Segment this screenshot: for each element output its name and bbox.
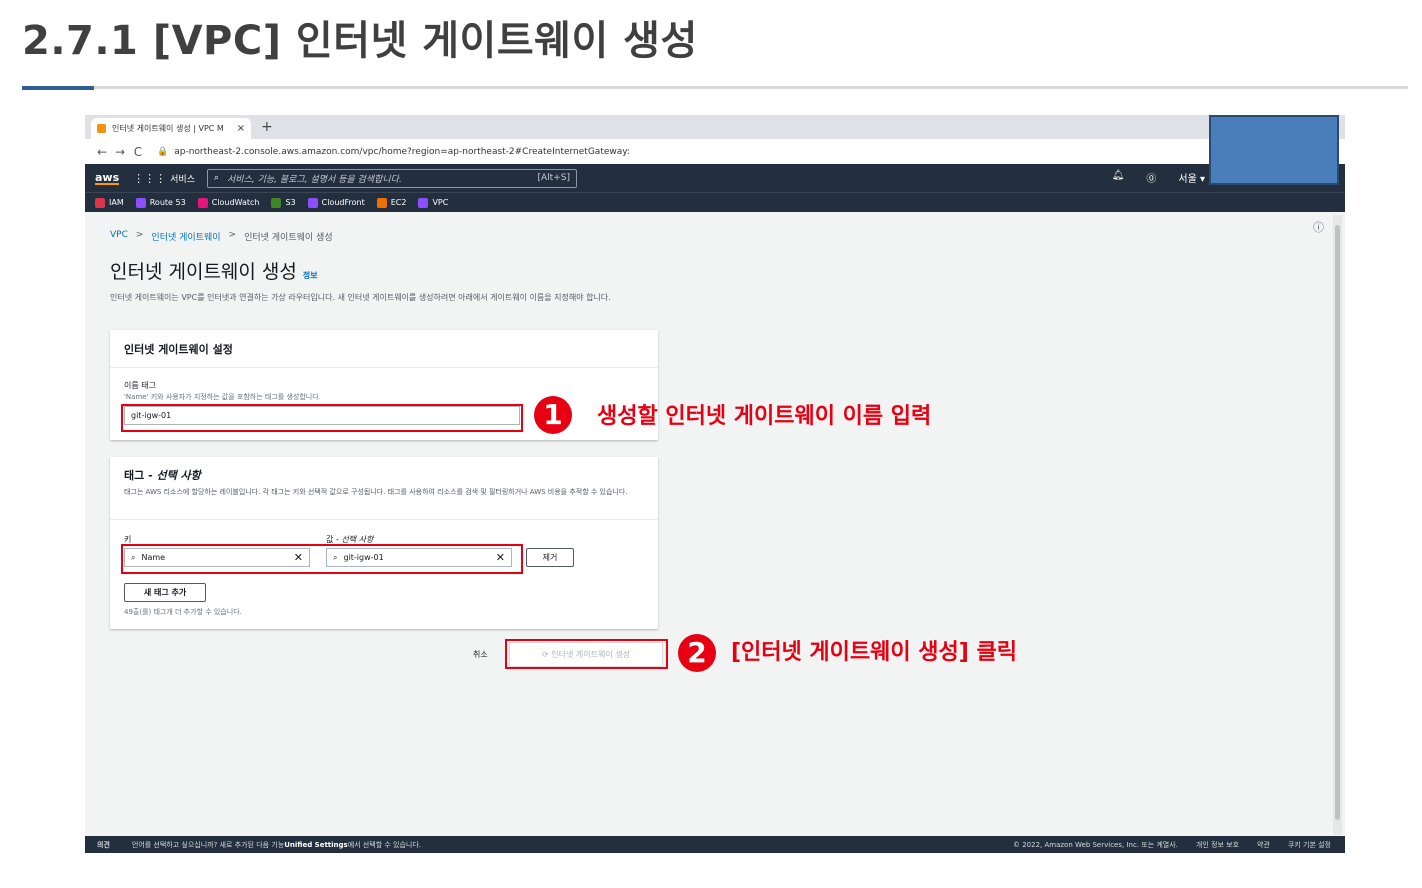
name-tag-hint: 'Name' 키와 사용자가 지정하는 값을 포함하는 태그를 생성합니다.	[124, 393, 321, 401]
scrollbar-thumb[interactable]	[1335, 225, 1340, 820]
step-2-callout: [인터넷 게이트웨이 생성] 클릭	[731, 640, 1017, 665]
footer-links: © 2022, Amazon Web Services, Inc. 또는 계열사…	[1013, 840, 1345, 850]
favorite-iam[interactable]: IAM	[95, 197, 124, 208]
aws-favicon-icon	[97, 124, 106, 133]
favorite-label: CloudFront	[321, 198, 365, 207]
address-bar: ← → C 🔒 ap-northeast-2.console.aws.amazo…	[85, 139, 1345, 164]
close-icon[interactable]: ×	[237, 123, 245, 134]
tab-title: 인터넷 게이트웨이 생성 | VPC M	[112, 124, 224, 133]
service-icon	[197, 197, 208, 208]
browser-tabbar: 인터넷 게이트웨이 생성 | VPC M × +	[85, 115, 1345, 139]
browser-tab[interactable]: 인터넷 게이트웨이 생성 | VPC M ×	[91, 118, 251, 139]
footer-message: 언어를 선택하고 싶으십니까? 새로 추가된 다음 기능Unified Sett…	[131, 840, 422, 849]
service-icon	[307, 197, 318, 208]
name-tag-label: 이름 태그	[124, 381, 156, 390]
highlight-tag-row	[121, 544, 523, 574]
favorite-label: VPC	[432, 198, 449, 207]
highlight-name-input	[121, 404, 523, 432]
favorite-label: S3	[285, 198, 296, 207]
search-input[interactable]: ⌕ 서비스, 기능, 블로그, 설명서 등을 검색합니다. [Alt+S]	[206, 168, 577, 188]
service-icon	[271, 197, 282, 208]
service-icon	[95, 197, 105, 208]
title-divider	[22, 86, 1408, 89]
back-arrow-icon[interactable]: ←	[93, 145, 111, 159]
favorite-route-53[interactable]: Route 53	[135, 197, 186, 208]
bell-icon[interactable]: 🔔︎	[1112, 170, 1125, 185]
services-grid-icon[interactable]: ⋮⋮⋮	[133, 172, 166, 185]
chevron-right-icon: >	[228, 230, 237, 240]
service-icon	[418, 197, 429, 208]
favorite-vpc[interactable]: VPC	[418, 197, 449, 208]
unified-settings-link[interactable]: Unified Settings	[284, 841, 348, 849]
new-tab-button[interactable]: +	[261, 119, 273, 135]
service-icon	[135, 197, 146, 208]
lock-icon: 🔒	[157, 146, 169, 157]
step-badge-2: 2	[678, 634, 716, 672]
favorite-label: CloudWatch	[211, 198, 260, 207]
tag-limit-text: 49출(를) 태그개 더 추가할 수 있습니다.	[124, 608, 242, 616]
redaction-block	[1209, 115, 1339, 185]
info-link[interactable]: 정보	[303, 271, 318, 280]
service-icon	[376, 197, 387, 208]
breadcrumb-igw[interactable]: 인터넷 게이트웨이	[151, 230, 220, 243]
step-badge-1: 1	[534, 396, 572, 434]
highlight-create-button	[505, 639, 668, 669]
favorite-s3[interactable]: S3	[271, 197, 296, 208]
reload-icon[interactable]: C	[129, 145, 147, 159]
search-icon: ⌕	[213, 173, 220, 183]
chevron-right-icon: >	[135, 230, 144, 240]
tags-description: 태그는 AWS 리소스에 할당하는 레이블입니다. 각 태그는 키와 선택적 값…	[124, 488, 628, 496]
copyright: © 2022, Amazon Web Services, Inc. 또는 계열사…	[1013, 840, 1178, 849]
footer: 의견 언어를 선택하고 싶으십니까? 새로 추가된 다음 기능Unified S…	[85, 836, 1345, 853]
info-circle-icon[interactable]: ⓘ	[1313, 219, 1324, 235]
favorites-bar: IAM Route 53 CloudWatch S3 CloudFront EC2 VPC	[85, 192, 1345, 212]
breadcrumb: VPC > 인터넷 게이트웨이 > 인터넷 게이트웨이 생성	[110, 230, 333, 243]
favorite-cloudwatch[interactable]: CloudWatch	[197, 197, 260, 208]
aws-top-nav: aws ⋮⋮⋮ 서비스 ⌕ 서비스, 기능, 블로그, 설명서 등을 검색합니다…	[85, 164, 1345, 192]
favorite-cloudfront[interactable]: CloudFront	[307, 197, 365, 208]
add-tag-button[interactable]: 새 태그 추가	[124, 583, 206, 602]
favorite-ec2[interactable]: EC2	[376, 197, 407, 208]
cancel-button[interactable]: 취소	[473, 649, 488, 660]
nav-right: 🔔︎ ⓪ 서울 ▾	[1112, 170, 1205, 185]
favorite-label: EC2	[390, 198, 407, 207]
step-1-callout: 생성할 인터넷 게이트웨이 이름 입력	[597, 404, 932, 429]
remove-tag-button[interactable]: 제거	[526, 548, 574, 567]
slide-title: 2.7.1 [VPC] 인터넷 게이트웨이 생성	[22, 18, 698, 64]
region-selector[interactable]: 서울 ▾	[1178, 170, 1205, 185]
breadcrumb-vpc[interactable]: VPC	[110, 230, 128, 243]
cookies-link[interactable]: 쿠키 기본 설정	[1288, 840, 1331, 850]
page-title-text: 인터넷 게이트웨이 생성	[110, 261, 297, 283]
search-placeholder: 서비스, 기능, 블로그, 설명서 등을 검색합니다.	[227, 174, 402, 185]
tags-title: 태그 - 선택 사항	[124, 469, 201, 482]
forward-arrow-icon[interactable]: →	[111, 145, 129, 159]
breadcrumb-current: 인터넷 게이트웨이 생성	[244, 233, 333, 243]
aws-logo[interactable]: aws	[95, 172, 120, 185]
favorite-label: Route 53	[149, 198, 186, 207]
search-shortcut: [Alt+S]	[537, 173, 570, 183]
tags-header: 태그 - 선택 사항 태그는 AWS 리소스에 할당하는 레이블입니다. 각 태…	[110, 457, 658, 520]
title-divider-accent	[22, 86, 94, 90]
panel-header: 인터넷 게이트웨이 설정	[110, 330, 658, 368]
page-title: 인터넷 게이트웨이 생성 정보	[110, 257, 318, 284]
feedback-link[interactable]: 의견	[97, 840, 110, 850]
url-field[interactable]: ap-northeast-2.console.aws.amazon.com/vp…	[174, 147, 630, 157]
page-description: 인터넷 게이트웨이는 VPC를 인터넷과 연결하는 가상 라우터입니다. 새 인…	[110, 293, 611, 302]
terms-link[interactable]: 약관	[1257, 840, 1270, 850]
console-screenshot: 인터넷 게이트웨이 생성 | VPC M × + ← → C 🔒 ap-nort…	[85, 115, 1345, 853]
favorite-label: IAM	[109, 198, 124, 207]
privacy-link[interactable]: 개인 정보 보호	[1196, 840, 1239, 850]
services-menu[interactable]: 서비스	[170, 172, 195, 185]
tags-panel: 태그 - 선택 사항 태그는 AWS 리소스에 할당하는 레이블입니다. 각 태…	[110, 457, 658, 629]
help-icon[interactable]: ⓪	[1146, 170, 1156, 185]
